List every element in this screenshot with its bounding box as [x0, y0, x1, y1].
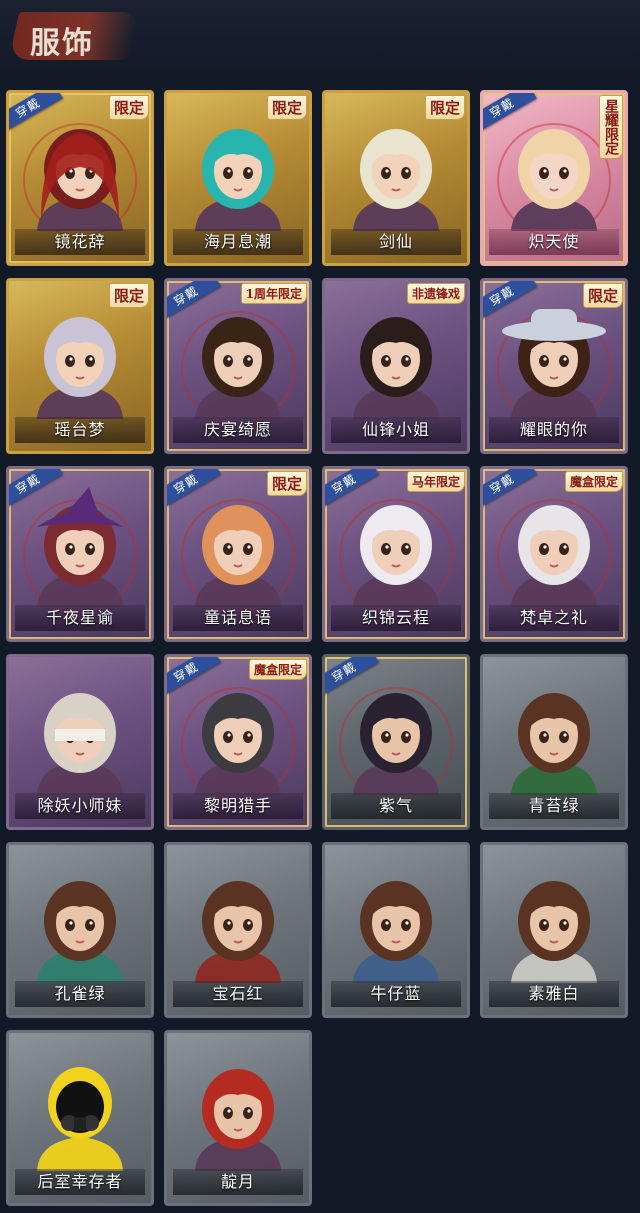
winged-angel-portrait — [511, 129, 597, 231]
outfit-card[interactable]: 限定剑仙 — [322, 90, 470, 266]
outfit-card[interactable]: 穿戴 马年限定 织锦云程 — [322, 466, 470, 642]
silver-hair-girl-portrait — [37, 317, 123, 419]
outfit-name: 牛仔蓝 — [331, 981, 461, 1007]
outfit-name: 仙锋小姐 — [331, 417, 461, 443]
witch-hat-girl-portrait — [37, 487, 123, 607]
outfit-card[interactable]: 穿戴 限定 耀眼的你 — [480, 278, 628, 454]
outfit-card[interactable]: 靛月 — [164, 1030, 312, 1206]
vampire-girl-portrait — [511, 505, 597, 607]
outfit-card[interactable]: 后室幸存者 — [6, 1030, 154, 1206]
outfit-name: 炽天使 — [489, 229, 619, 255]
outfit-card[interactable]: 素雅白 — [480, 842, 628, 1018]
survivor-girl-green-portrait — [511, 693, 597, 795]
limited-badge: 限定 — [108, 95, 149, 120]
outfit-card[interactable]: 穿戴 限定 镜花辞 — [6, 90, 154, 266]
red-hooded-girl-portrait — [37, 129, 123, 231]
outfit-name: 素雅白 — [489, 981, 619, 1007]
limited-badge: 马年限定 — [406, 471, 465, 492]
hazmat-survivor-portrait — [37, 1067, 123, 1171]
limited-badge: 限定 — [266, 471, 307, 496]
limited-badge: 魔盒限定 — [248, 659, 307, 680]
teal-hair-girl-portrait — [195, 129, 281, 231]
blindfold-girl-portrait — [37, 693, 123, 795]
outfit-name: 后室幸存者 — [15, 1169, 145, 1195]
survivor-girl-blue-portrait — [353, 881, 439, 983]
outfit-card[interactable]: 宝石红 — [164, 842, 312, 1018]
limited-badge: 魔盒限定 — [564, 471, 623, 492]
survivor-girl-white-portrait — [511, 881, 597, 983]
outfit-name: 千夜星谕 — [15, 605, 145, 631]
outfit-name: 童话息语 — [173, 605, 303, 631]
limited-badge: 限定 — [582, 283, 623, 308]
survivor-girl-teal-portrait — [37, 881, 123, 983]
outfit-name: 紫气 — [331, 793, 461, 819]
red-hair-girl-portrait — [195, 1069, 281, 1171]
survivor-girl-red-portrait — [195, 881, 281, 983]
outfit-card[interactable]: 穿戴 限定 童话息语 — [164, 466, 312, 642]
outfit-card[interactable]: 限定瑶台梦 — [6, 278, 154, 454]
outfit-name: 黎明猎手 — [173, 793, 303, 819]
outfit-card[interactable]: 穿戴 魔盒限定 黎明猎手 — [164, 654, 312, 830]
outfit-name: 海月息潮 — [173, 229, 303, 255]
outfit-card[interactable]: 穿戴 千夜星谕 — [6, 466, 154, 642]
limited-badge: 限定 — [424, 95, 465, 120]
outfit-card[interactable]: 青苔绿 — [480, 654, 628, 830]
white-hair-swordsman-portrait — [353, 129, 439, 231]
outfit-name: 剑仙 — [331, 229, 461, 255]
limited-badge: 非遗锋戏 — [406, 283, 465, 304]
outfit-name: 耀眼的你 — [489, 417, 619, 443]
outfit-card[interactable]: 穿戴 星耀限定 炽天使 — [480, 90, 628, 266]
outfit-card[interactable]: 限定海月息潮 — [164, 90, 312, 266]
masked-girl-portrait — [353, 317, 439, 419]
outfit-card[interactable]: 牛仔蓝 — [322, 842, 470, 1018]
outfit-name: 孔雀绿 — [15, 981, 145, 1007]
outfit-card[interactable]: 除妖小师妹 — [6, 654, 154, 830]
outfit-name: 梵卓之礼 — [489, 605, 619, 631]
outfit-name: 除妖小师妹 — [15, 793, 145, 819]
outfit-name: 宝石红 — [173, 981, 303, 1007]
cake-girl-portrait — [195, 317, 281, 419]
outfit-name: 青苔绿 — [489, 793, 619, 819]
outfit-name: 织锦云程 — [331, 605, 461, 631]
limited-badge: 星耀限定 — [599, 95, 623, 159]
limited-badge: 限定 — [266, 95, 307, 120]
limited-badge: 限定 — [108, 283, 149, 308]
outfit-card[interactable]: 穿戴 紫气 — [322, 654, 470, 830]
outfit-grid: 穿戴 限定 镜花辞 限定 海月息潮 限定 剑仙 穿戴 星耀限定 炽天使 限定 瑶台梦 穿戴 1周年限定 庆宴… — [0, 0, 640, 1213]
limited-badge: 1周年限定 — [240, 283, 307, 304]
bunny-ear-girl-portrait — [353, 505, 439, 607]
outfit-card[interactable]: 穿戴 1周年限定 庆宴绮愿 — [164, 278, 312, 454]
outfit-card[interactable]: 孔雀绿 — [6, 842, 154, 1018]
outfit-name: 庆宴绮愿 — [173, 417, 303, 443]
hunter-boy-portrait — [195, 693, 281, 795]
cowgirl-portrait — [502, 309, 606, 419]
outfit-name: 瑶台梦 — [15, 417, 145, 443]
outfit-name: 镜花辞 — [15, 229, 145, 255]
braid-boy-portrait — [353, 693, 439, 795]
fairy-tale-girl-portrait — [195, 505, 281, 607]
outfit-name: 靛月 — [173, 1169, 303, 1195]
outfit-card[interactable]: 非遗锋戏仙锋小姐 — [322, 278, 470, 454]
outfit-card[interactable]: 穿戴 魔盒限定 梵卓之礼 — [480, 466, 628, 642]
